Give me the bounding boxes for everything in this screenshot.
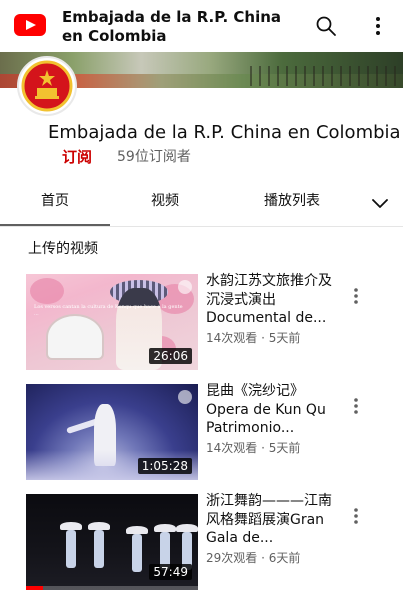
meta-separator: · xyxy=(257,551,269,565)
subscriber-count: 59位订阅者 xyxy=(117,149,191,165)
view-count: 14次观看 xyxy=(206,331,258,345)
view-count: 14次观看 xyxy=(206,441,258,455)
fan-prop xyxy=(46,314,104,360)
video-meta: 29次观看 · 6天前 xyxy=(206,550,346,566)
video-duration: 1:05:28 xyxy=(137,458,192,474)
dancer-figure xyxy=(132,534,142,572)
blossom xyxy=(30,278,64,304)
upload-age: 6天前 xyxy=(268,551,301,565)
section-title-uploads: 上传的视频 xyxy=(28,241,98,257)
meta-separator: · xyxy=(257,441,269,455)
subscribe-button[interactable]: 订阅 xyxy=(62,147,92,167)
channel-tabs: 首页 视频 播放列表 xyxy=(0,181,403,227)
search-icon[interactable] xyxy=(314,14,338,38)
channel-watermark-icon xyxy=(178,280,192,294)
umbrella xyxy=(88,522,110,530)
more-vert-icon[interactable] xyxy=(366,14,390,38)
video-duration: 57:49 xyxy=(149,564,192,580)
channel-avatar[interactable] xyxy=(17,56,77,116)
app-bar: Embajada de la R.P. China en Colombia xyxy=(0,0,403,52)
watch-progress-fill xyxy=(26,586,44,590)
umbrella xyxy=(154,524,176,532)
channel-watermark-icon xyxy=(178,390,192,404)
video-duration: 26:06 xyxy=(149,348,192,364)
chevron-down-icon[interactable] xyxy=(368,191,392,215)
video-title[interactable]: 浙江舞韵———江南风格舞蹈展演Gran Gala de... xyxy=(206,492,336,548)
video-more-icon[interactable] xyxy=(346,284,366,308)
watch-progress-bar xyxy=(26,586,198,590)
video-thumbnail[interactable]: 1:05:28 xyxy=(26,384,198,480)
video-meta: 14次观看 · 5天前 xyxy=(206,440,346,456)
video-item[interactable]: 57:49 浙江舞韵———江南风格舞蹈展演Gran Gala de... 29次… xyxy=(0,492,403,594)
video-title[interactable]: 昆曲《浣纱记》Opera de Kun Qu Patrimonio... xyxy=(206,382,336,438)
umbrella xyxy=(60,522,82,530)
umbrella xyxy=(176,524,198,532)
umbrella xyxy=(126,526,148,534)
app-bar-title: Embajada de la R.P. China en Colombia xyxy=(62,8,282,45)
thumbnail-caption: Los versos cantan la cultura de Kunqu qu… xyxy=(34,304,183,317)
video-thumbnail[interactable]: 57:49 xyxy=(26,494,198,590)
youtube-logo-icon[interactable] xyxy=(14,14,46,36)
video-more-icon[interactable] xyxy=(346,504,366,528)
channel-name: Embajada de la R.P. China en Colombia xyxy=(48,122,401,143)
video-item[interactable]: 1:05:28 昆曲《浣纱记》Opera de Kun Qu Patrimoni… xyxy=(0,382,403,484)
video-title[interactable]: 水韵江苏文旅推介及沉浸式演出Documental de... xyxy=(206,272,336,328)
upload-age: 5天前 xyxy=(268,331,301,345)
view-count: 29次观看 xyxy=(206,551,258,565)
dancer-figure xyxy=(94,530,104,568)
national-emblem-icon xyxy=(21,60,73,112)
upload-age: 5天前 xyxy=(268,441,301,455)
meta-separator: · xyxy=(257,331,269,345)
video-meta: 14次观看 · 5天前 xyxy=(206,330,346,346)
tab-videos[interactable]: 视频 xyxy=(140,181,190,226)
video-more-icon[interactable] xyxy=(346,394,366,418)
video-thumbnail[interactable]: Los versos cantan la cultura de Kunqu qu… xyxy=(26,274,198,370)
video-item[interactable]: Los versos cantan la cultura de Kunqu qu… xyxy=(0,272,403,374)
banner-fence xyxy=(250,66,403,86)
tab-playlists[interactable]: 播放列表 xyxy=(252,181,332,226)
tab-home[interactable]: 首页 xyxy=(0,181,110,226)
dancer-figure xyxy=(66,530,76,568)
